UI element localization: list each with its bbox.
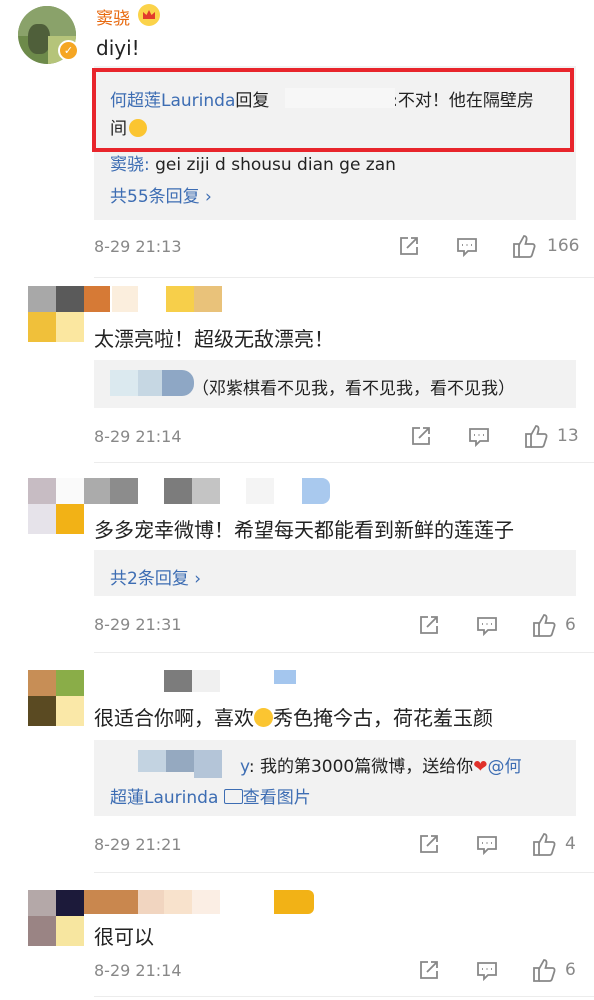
like-count: 6 [565, 615, 576, 635]
timestamp: 8-29 21:31 [94, 615, 182, 634]
divider [94, 872, 594, 873]
share-icon[interactable] [418, 833, 440, 859]
avatar[interactable] [28, 478, 84, 534]
heart-icon: ❤ [473, 757, 488, 777]
reply-preview-line2: 间 [110, 114, 147, 139]
blurred-username[interactable] [84, 286, 224, 312]
comment-icon[interactable] [468, 426, 490, 452]
avatar[interactable] [28, 890, 84, 946]
comment-text: diyi! [96, 36, 140, 60]
more-replies-link[interactable]: 共2条回复 › [110, 564, 201, 589]
timestamp: 8-29 21:14 [94, 427, 182, 446]
blurred-reply-user [110, 748, 256, 778]
share-icon[interactable] [410, 425, 432, 451]
like-icon[interactable] [532, 612, 558, 642]
timestamp: 8-29 21:14 [94, 961, 182, 980]
like-icon[interactable] [524, 423, 550, 453]
avatar[interactable] [28, 286, 84, 342]
divider [94, 652, 594, 653]
like-count: 6 [565, 960, 576, 980]
comment-text: 很可以 [94, 925, 154, 949]
comment-icon[interactable] [476, 834, 498, 860]
blurred-username[interactable] [84, 890, 324, 914]
more-replies-link[interactable]: 共55条回复 › [110, 182, 212, 207]
comment-text: 多多宠幸微博！希望每天都能看到新鲜的莲莲子 [94, 518, 514, 542]
avatar[interactable] [28, 670, 84, 726]
comment-text: 太漂亮啦！超级无敌漂亮！ [94, 327, 334, 351]
blurred-reply-user [110, 370, 194, 396]
comment-icon[interactable] [456, 236, 478, 262]
emoji-icon [254, 708, 273, 727]
view-image-link[interactable]: 查看图片 [243, 788, 311, 808]
like-count: 13 [557, 426, 579, 446]
like-icon[interactable] [532, 831, 558, 861]
like-icon[interactable] [512, 233, 538, 263]
blurred-name [285, 88, 395, 108]
emoji-laugh-icon [129, 119, 147, 137]
timestamp: 8-29 21:13 [94, 237, 182, 256]
reply-line2: 超蓮Laurinda 查看图片 [110, 788, 311, 808]
divider [94, 277, 594, 278]
divider [94, 462, 594, 463]
share-icon[interactable] [418, 959, 440, 985]
verified-icon: ✓ [58, 40, 79, 61]
divider [94, 996, 594, 997]
comment-text: 很适合你啊，喜欢 秀色掩今古，荷花羞玉颜 [94, 706, 493, 730]
reply-line1: y: 我的第3000篇微博，送给你❤@何 [240, 757, 522, 777]
like-count: 4 [565, 834, 576, 854]
reply-text: （邓紫棋看不见我，看不见我，看不见我） [192, 379, 515, 399]
blurred-username[interactable] [84, 478, 334, 504]
like-count: 166 [547, 236, 580, 256]
comment-icon[interactable] [476, 615, 498, 641]
like-icon[interactable] [532, 957, 558, 987]
comment-icon[interactable] [476, 960, 498, 986]
crown-icon [138, 4, 160, 26]
timestamp: 8-29 21:21 [94, 835, 182, 854]
share-icon[interactable] [418, 614, 440, 640]
share-icon[interactable] [398, 235, 420, 261]
sub-reply: 窦骁: gei ziji d shousu dian ge zan [110, 155, 396, 175]
user-name[interactable]: 窦骁 [96, 4, 130, 29]
image-icon [223, 789, 243, 804]
blurred-username[interactable] [84, 670, 304, 692]
